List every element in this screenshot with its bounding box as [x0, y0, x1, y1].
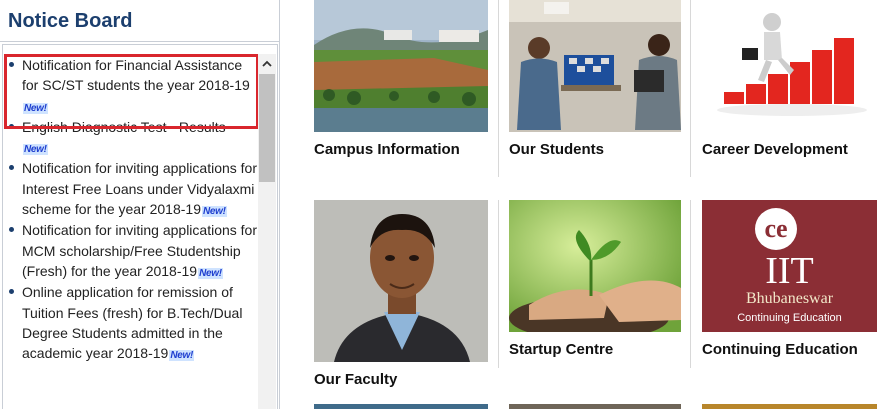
scroll-thumb[interactable] — [259, 74, 275, 182]
faculty-image[interactable] — [314, 200, 488, 362]
ce-logo-iit: IIT — [765, 250, 814, 292]
career-image[interactable] — [702, 0, 877, 132]
notice-item[interactable]: Online application for remission of Tuit… — [3, 282, 258, 363]
tile-label[interactable]: Campus Information — [314, 141, 460, 158]
notice-link[interactable]: Notification for Financial Assistance fo… — [22, 57, 250, 93]
notice-board-title: Notice Board — [8, 10, 133, 32]
tile-label[interactable]: Continuing Education — [702, 341, 858, 358]
bullet-icon — [9, 62, 14, 67]
campus-image[interactable] — [314, 0, 488, 132]
tile-label[interactable]: Our Faculty — [314, 371, 397, 388]
tile-our-faculty[interactable]: Our Faculty — [314, 200, 488, 390]
bullet-icon — [9, 165, 14, 171]
divider — [498, 0, 499, 177]
tile-label[interactable]: Career Development — [702, 141, 848, 158]
tile-startup-centre[interactable]: Startup Centre — [509, 200, 681, 362]
new-badge-icon: New! — [23, 102, 48, 114]
students-image[interactable] — [509, 0, 681, 132]
notice-link[interactable]: English Diagnostic Test - Results — [22, 119, 226, 135]
tile-our-students[interactable]: Our Students — [509, 0, 681, 170]
notice-item[interactable]: Notification for inviting applications f… — [3, 158, 258, 219]
new-badge-icon: New! — [198, 267, 223, 279]
new-badge-icon: New! — [169, 350, 195, 362]
divider — [498, 200, 499, 368]
tile-label[interactable]: Startup Centre — [509, 341, 613, 358]
partial-tile-image — [702, 404, 877, 409]
partial-tile-image — [509, 404, 681, 409]
tile-label[interactable]: Our Students — [509, 141, 604, 158]
bullet-icon — [9, 289, 14, 295]
ce-logo-city: Bhubaneswar — [745, 290, 834, 307]
divider — [690, 0, 691, 177]
new-badge-icon: New! — [202, 206, 227, 218]
chevron-up-icon — [262, 60, 272, 67]
bullet-icon — [9, 123, 14, 129]
ce-mark-text: ce — [764, 214, 788, 243]
tile-campus-information[interactable]: Campus Information — [314, 0, 488, 170]
tile-career-development[interactable]: Career Development — [702, 0, 877, 170]
notice-board: Notice Board Notification for Financial … — [0, 0, 280, 409]
notice-list: Notification for Financial Assistance fo… — [3, 55, 258, 364]
tile-continuing-education[interactable]: ce IIT Bhubaneswar Continuing Education … — [702, 200, 877, 362]
scroll-up-button[interactable] — [258, 54, 276, 72]
notice-item[interactable]: Notification for Financial Assistance fo… — [3, 55, 258, 116]
divider — [690, 200, 691, 368]
ce-logo-subtitle: Continuing Education — [737, 312, 842, 324]
notice-item[interactable]: English Diagnostic Test - Results New! — [3, 117, 258, 158]
ce-mark-icon: ce — [755, 208, 797, 250]
notice-board-header: Notice Board — [0, 0, 279, 42]
ce-logo[interactable]: ce IIT Bhubaneswar Continuing Education — [702, 200, 877, 332]
notice-link[interactable]: Online application for remission of Tuit… — [22, 284, 242, 361]
notice-item[interactable]: Notification for inviting applications f… — [3, 220, 258, 281]
partial-tile-image — [314, 404, 488, 409]
notice-scrollbar[interactable] — [258, 54, 276, 409]
new-badge-icon: New! — [23, 144, 48, 156]
bullet-icon — [9, 227, 14, 233]
startup-image[interactable] — [509, 200, 681, 332]
notice-board-body: Notification for Financial Assistance fo… — [2, 44, 278, 409]
